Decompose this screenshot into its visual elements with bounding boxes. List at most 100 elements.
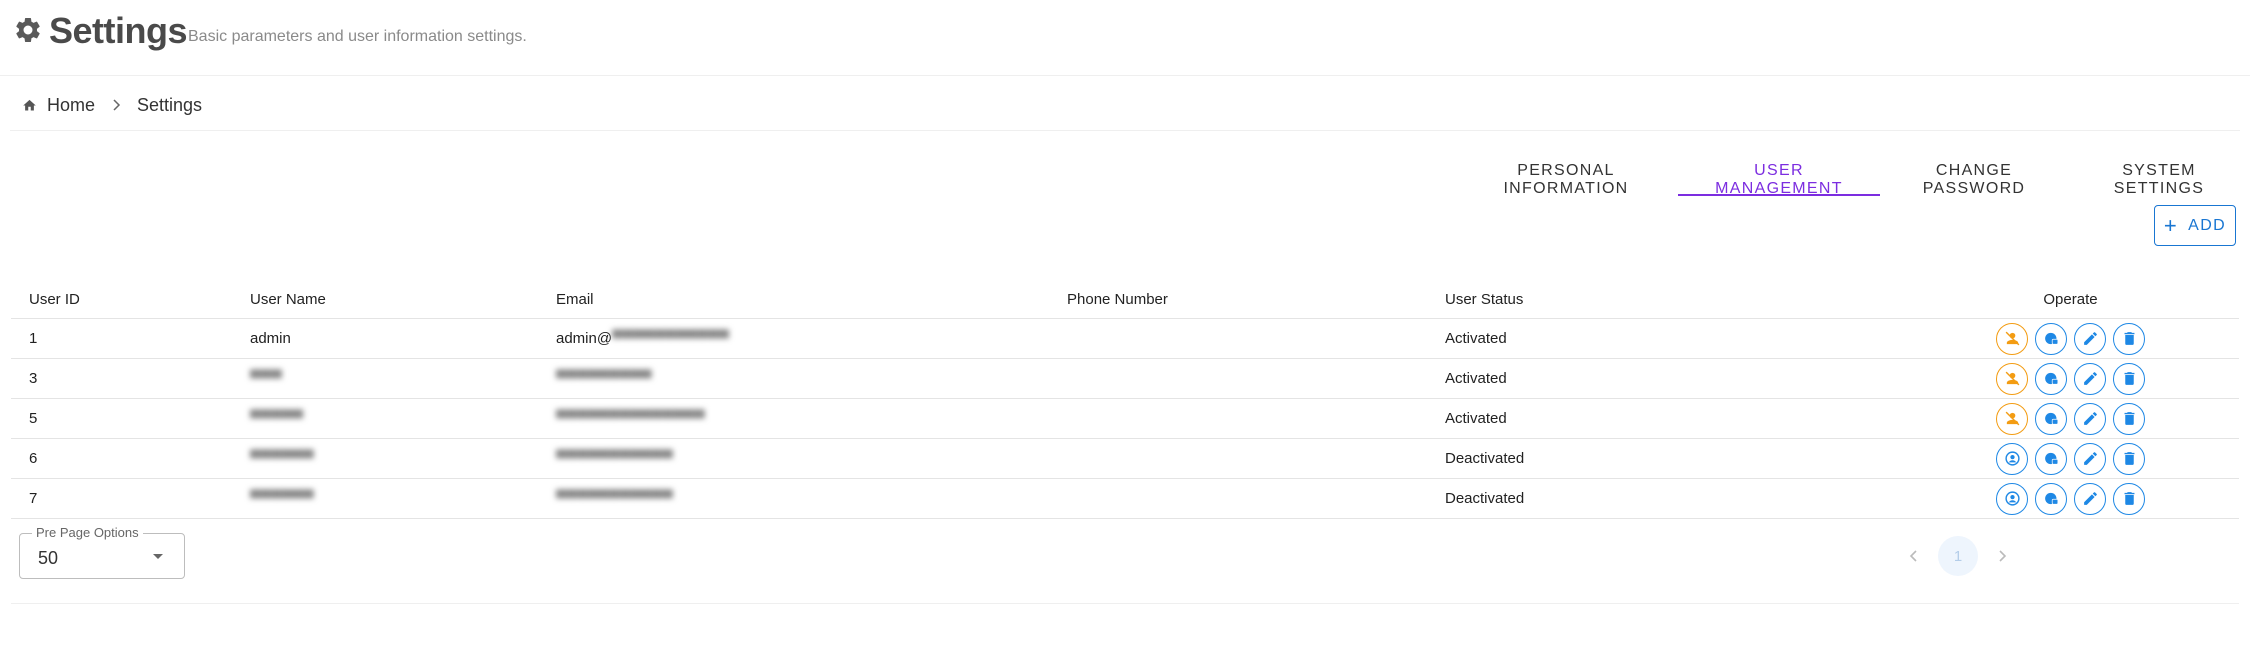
settings-tabs: PERSONAL INFORMATION USER MANAGEMENT CHA… <box>1454 150 2250 197</box>
redacted-text: ▀▀▀▀▀▀▀▀▀▀▀ <box>556 490 673 507</box>
trash-icon <box>2124 412 2134 425</box>
user-table: User ID User Name Email Phone Number Use… <box>11 280 2239 519</box>
trash-icon <box>2124 332 2134 345</box>
home-icon <box>23 99 36 110</box>
reset-password-button[interactable] <box>2035 362 2067 395</box>
divider <box>10 130 2240 131</box>
deactivate-user-button[interactable] <box>1996 402 2028 435</box>
edit-user-button[interactable] <box>2074 442 2106 475</box>
table-header: User ID User Name Email Phone Number Use… <box>11 280 2239 319</box>
page-header: Settings Basic parameters and user infor… <box>0 0 2250 76</box>
chevron-right-icon <box>1999 550 2007 562</box>
pagination: 1 <box>1894 536 2022 576</box>
add-user-button[interactable]: + ADD <box>2154 205 2236 246</box>
page-subtitle: Basic parameters and user information se… <box>188 28 527 45</box>
user-id-cell: 3 <box>29 370 38 387</box>
trash-icon <box>2124 372 2134 385</box>
breadcrumb-current: Settings <box>137 94 203 115</box>
email-cell: ▀▀▀▀▀▀▀▀▀▀▀▀▀▀ <box>556 410 1067 427</box>
pencil-icon <box>2083 452 2097 465</box>
tab-change-password[interactable]: CHANGE PASSWORD <box>1880 150 2068 197</box>
edit-user-button[interactable] <box>2074 322 2106 355</box>
table-row: 6 ▀▀▀▀▀▀ ▀▀▀▀▀▀▀▀▀▀▀ Deactivated <box>11 439 2239 479</box>
trash-icon <box>2124 492 2134 505</box>
divider <box>11 603 2239 604</box>
operate-cell <box>1902 322 2239 355</box>
breadcrumb: Home Settings <box>22 93 202 117</box>
person-add-icon <box>2004 451 2020 466</box>
email-cell: ▀▀▀▀▀▀▀▀▀▀▀ <box>556 490 1067 507</box>
delete-user-button[interactable] <box>2113 362 2145 395</box>
tab-system-settings[interactable]: SYSTEM SETTINGS <box>2068 150 2250 197</box>
status-cell: Activated <box>1445 330 1507 347</box>
person-off-icon <box>2005 411 2019 426</box>
reset-password-button[interactable] <box>2035 322 2067 355</box>
table-row: 5 ▀▀▀▀▀ ▀▀▀▀▀▀▀▀▀▀▀▀▀▀ Activated <box>11 399 2239 439</box>
gear-icon <box>16 17 40 42</box>
edit-user-button[interactable] <box>2074 362 2106 395</box>
lock-reset-icon <box>2044 372 2058 385</box>
deactivate-user-button[interactable] <box>1996 322 2028 355</box>
person-off-icon <box>2005 371 2019 386</box>
column-header-user-status: User Status <box>1445 290 1524 308</box>
per-page-value: 50 <box>38 548 59 568</box>
user-id-cell: 1 <box>29 330 38 347</box>
breadcrumb-home-link[interactable]: Home <box>47 95 95 116</box>
reset-password-button[interactable] <box>2035 442 2067 475</box>
lock-reset-icon <box>2044 332 2058 345</box>
tab-user-management[interactable]: USER MANAGEMENT <box>1678 150 1880 197</box>
column-header-user-id: User ID <box>29 290 80 308</box>
redacted-text: ▀▀▀▀▀▀ <box>250 450 314 467</box>
delete-user-button[interactable] <box>2113 322 2145 355</box>
lock-reset-icon <box>2044 452 2058 465</box>
table-row: 1 admin admin@▀▀▀▀▀▀▀▀▀▀▀ Activated <box>11 319 2239 359</box>
user-id-cell: 7 <box>29 490 38 507</box>
reset-password-button[interactable] <box>2035 482 2067 515</box>
reset-password-button[interactable] <box>2035 402 2067 435</box>
column-header-operate: Operate <box>2043 290 2098 308</box>
per-page-select[interactable]: Pre Page Options 50 <box>19 525 185 579</box>
column-header-phone-number: Phone Number <box>1067 290 1168 308</box>
page-title: Settings <box>49 10 188 51</box>
status-cell: Activated <box>1445 370 1507 387</box>
operate-cell <box>1902 402 2239 435</box>
user-name-cell: ▀▀▀ <box>250 370 556 387</box>
deactivate-user-button[interactable] <box>1996 362 2028 395</box>
prev-page-button[interactable] <box>1894 536 1934 576</box>
table-row: 7 ▀▀▀▀▀▀ ▀▀▀▀▀▀▀▀▀▀▀ Deactivated <box>11 479 2239 519</box>
status-cell: Deactivated <box>1445 490 1525 507</box>
edit-user-button[interactable] <box>2074 402 2106 435</box>
redacted-text: ▀▀▀▀▀▀▀▀▀▀▀▀▀▀ <box>556 410 705 427</box>
caret-down-icon <box>153 554 163 559</box>
status-cell: Activated <box>1445 410 1507 427</box>
chevron-right-icon <box>113 99 121 111</box>
email-cell: ▀▀▀▀▀▀▀▀▀ <box>556 370 1067 387</box>
user-id-cell: 5 <box>29 410 38 427</box>
delete-user-button[interactable] <box>2113 482 2145 515</box>
user-name-cell: ▀▀▀▀▀▀ <box>250 490 556 507</box>
pencil-icon <box>2083 372 2097 385</box>
user-id-cell: 6 <box>29 450 38 467</box>
pencil-icon <box>2083 412 2097 425</box>
redacted-text: ▀▀▀▀▀▀▀▀▀▀▀ <box>612 330 729 347</box>
lock-reset-icon <box>2044 412 2058 425</box>
person-add-icon <box>2004 491 2020 506</box>
column-header-user-name: User Name <box>250 290 326 308</box>
next-page-button[interactable] <box>1982 536 2022 576</box>
delete-user-button[interactable] <box>2113 402 2145 435</box>
redacted-text: ▀▀▀ <box>250 370 282 387</box>
delete-user-button[interactable] <box>2113 442 2145 475</box>
add-button-label: ADD <box>2188 216 2227 234</box>
operate-cell <box>1902 482 2239 515</box>
user-name-cell: admin <box>250 330 291 347</box>
user-name-cell: ▀▀▀▀▀▀ <box>250 450 556 467</box>
activate-user-button[interactable] <box>1996 482 2028 515</box>
redacted-text: ▀▀▀▀▀ <box>250 410 304 427</box>
tab-personal-information[interactable]: PERSONAL INFORMATION <box>1454 150 1678 197</box>
status-cell: Deactivated <box>1445 450 1525 467</box>
activate-user-button[interactable] <box>1996 442 2028 475</box>
trash-icon <box>2124 452 2134 465</box>
edit-user-button[interactable] <box>2074 482 2106 515</box>
table-row: 3 ▀▀▀ ▀▀▀▀▀▀▀▀▀ Activated <box>11 359 2239 399</box>
page-button-current[interactable]: 1 <box>1938 536 1978 576</box>
